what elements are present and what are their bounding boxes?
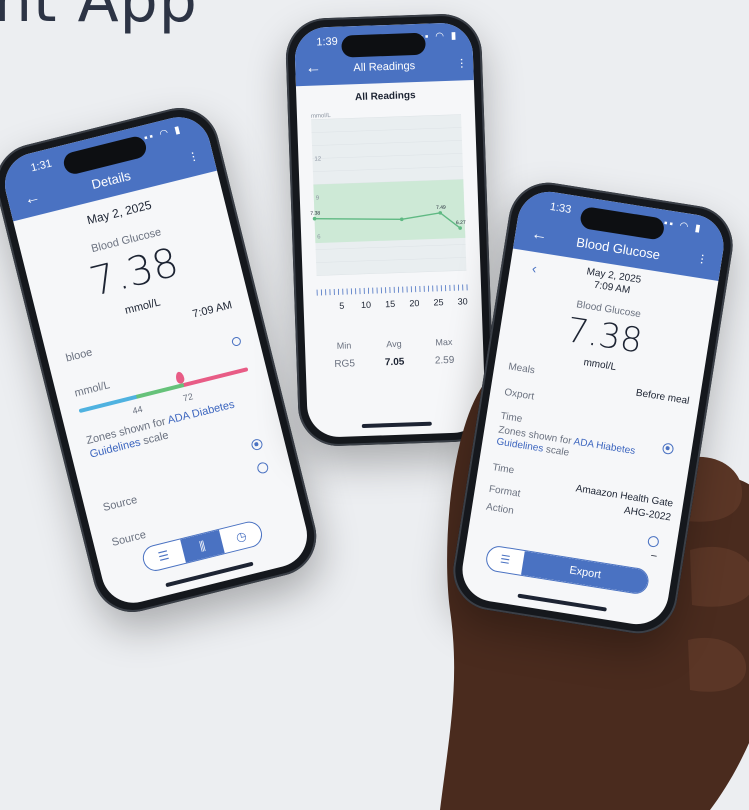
home-indicator <box>517 594 607 612</box>
source-label-2: Source <box>111 529 148 549</box>
source-label-1: Source <box>102 494 139 514</box>
stat-value-min: RG5 <box>319 358 369 371</box>
history-icon[interactable]: ◷ <box>219 520 264 553</box>
point-label: 7.49 <box>436 205 446 211</box>
details-body: May 2, 2025 Blood Glucose 7.38 mmol/L 7:… <box>13 171 314 610</box>
zones-note: Zones shown for ADA Hiabetes Guidelines … <box>496 425 668 475</box>
scale-label: mmol/L <box>73 379 111 399</box>
x-tick-label: 5 <box>339 301 344 311</box>
source-radio-1[interactable] <box>250 438 263 451</box>
info-radio[interactable] <box>231 336 242 347</box>
action-label: Action <box>485 502 514 517</box>
status-time: 1:39 <box>316 36 338 49</box>
export-button[interactable]: Export <box>521 551 649 594</box>
tick-right: 72 <box>182 391 194 403</box>
x-tick-label: 30 <box>458 296 468 306</box>
status-time: 1:33 <box>549 201 572 216</box>
readings-chart: mmol/L12967.387.496.2751015202530 <box>297 100 483 346</box>
time-label-2: Time <box>492 462 515 476</box>
glucose-body: ‹ May 2, 2025 7:09 AM Blood Glucose 7.38… <box>458 249 719 629</box>
point-label: 7.38 <box>310 210 320 216</box>
format-label: Format <box>488 484 521 500</box>
action-radio[interactable] <box>647 535 660 548</box>
signal-wifi-battery-icon: ▪▪ ◠ ▮ <box>663 218 703 235</box>
x-tick-label: 20 <box>409 298 419 308</box>
signal-wifi-battery-icon: ▪▪ ◠ ▮ <box>143 124 183 144</box>
page-heading: nt App <box>0 0 198 36</box>
stat-header-min: Min <box>319 340 369 352</box>
export-row-label: Oxport <box>503 387 534 403</box>
left-phone: 1:31 ▪▪ ◠ ▮ ← Details ⫶ May 2, 2025 Bloo… <box>0 100 325 621</box>
point-label: 6.27 <box>456 220 466 226</box>
status-time: 1:31 <box>30 158 54 175</box>
export-bar: ☰ Export <box>484 544 650 595</box>
source-radio-2[interactable] <box>256 461 269 474</box>
action-value: – <box>650 550 657 562</box>
stat-header-avg: Avg <box>369 338 419 350</box>
chart-view-icon[interactable]: ⫼ <box>180 530 225 563</box>
list-view-icon[interactable]: ☰ <box>141 539 186 572</box>
x-tick-label: 10 <box>361 300 371 310</box>
reading-time: 7:09 AM <box>191 299 233 320</box>
time-label: Time <box>500 411 523 425</box>
dynamic-island <box>341 33 426 58</box>
list-view-icon[interactable]: ☰ <box>485 545 524 574</box>
meals-value: Before meal <box>635 388 690 407</box>
y-axis-label: mmol/L <box>311 113 332 120</box>
meals-label: Meals <box>508 361 536 376</box>
x-tick-label: 15 <box>385 299 395 309</box>
row-label: blooе <box>65 346 94 364</box>
target-band <box>313 179 465 243</box>
filter-icon[interactable]: ⫶ <box>460 56 464 72</box>
x-tick-label: 25 <box>433 297 443 307</box>
y-tick-label: 12 <box>314 156 322 162</box>
tick-left: 44 <box>131 404 143 416</box>
screen-title: All Readings <box>295 58 473 76</box>
stat-header-max: Max <box>419 336 469 348</box>
left-phone-screen: 1:31 ▪▪ ◠ ▮ ← Details ⫶ May 2, 2025 Bloo… <box>0 110 314 609</box>
